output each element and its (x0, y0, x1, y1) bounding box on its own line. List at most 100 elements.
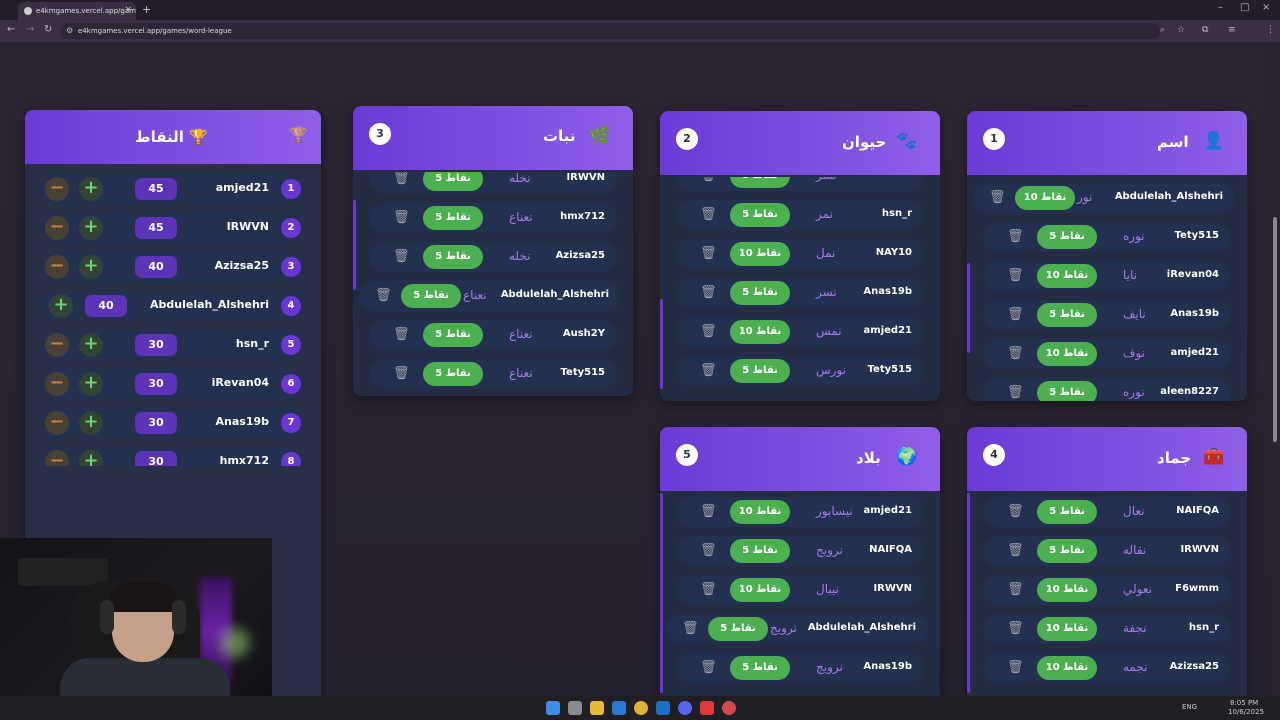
points-badge[interactable]: 5 نقاط (730, 177, 790, 188)
points-badge[interactable]: 5 نقاط (1037, 381, 1097, 401)
start-icon[interactable] (546, 701, 560, 715)
chrome-icon[interactable] (634, 701, 648, 715)
delete-entry-icon[interactable]: 🗑 (393, 366, 410, 382)
delete-entry-icon[interactable]: 🗑 (700, 582, 717, 598)
delete-entry-icon[interactable]: 🗑 (700, 324, 717, 340)
delete-entry-icon[interactable]: 🗑 (393, 172, 410, 187)
points-badge[interactable]: 10 نقاط (730, 320, 790, 344)
close-tab-icon[interactable]: × (124, 5, 132, 15)
points-badge[interactable]: 10 نقاط (730, 578, 790, 602)
delete-entry-icon[interactable]: 🗑 (1007, 307, 1024, 323)
site-info-icon[interactable]: ⚙ (66, 26, 73, 35)
points-badge[interactable]: 5 نقاط (730, 539, 790, 563)
delete-entry-icon[interactable]: 🗑 (682, 621, 699, 637)
points-badge[interactable]: 5 نقاط (401, 284, 461, 308)
increase-score-button[interactable]: + (79, 333, 103, 357)
downloads-icon[interactable]: ≡ (1228, 25, 1236, 35)
clock-date[interactable]: 10/6/2025 (1228, 708, 1264, 716)
decrease-score-button[interactable]: − (45, 411, 69, 435)
delete-entry-icon[interactable]: 🗑 (700, 246, 717, 262)
delete-entry-icon[interactable]: 🗑 (1007, 582, 1024, 598)
points-badge[interactable]: 5 نقاط (423, 172, 483, 191)
points-badge[interactable]: 5 نقاط (423, 323, 483, 347)
menu-icon[interactable]: ⋮ (1266, 25, 1275, 35)
delete-entry-icon[interactable]: 🗑 (1007, 660, 1024, 676)
increase-score-button[interactable]: + (79, 255, 103, 279)
browser-tab[interactable]: e4kmgames.vercel.app/games/w × (18, 2, 136, 20)
bookmark-star-icon[interactable]: ☆ (1177, 25, 1185, 35)
zoom-icon[interactable]: ⌕ (1160, 25, 1165, 35)
delete-entry-icon[interactable]: 🗑 (700, 177, 717, 184)
points-badge[interactable]: 10 نقاط (1037, 342, 1097, 366)
decrease-score-button[interactable]: − (45, 255, 69, 279)
delete-entry-icon[interactable]: 🗑 (700, 363, 717, 379)
points-badge[interactable]: 10 نقاط (730, 500, 790, 524)
points-badge[interactable]: 10 نقاط (1037, 656, 1097, 680)
youtube-icon[interactable] (700, 701, 714, 715)
scrollbar-thumb[interactable] (1273, 217, 1277, 442)
increase-score-button[interactable]: + (79, 216, 103, 240)
delete-entry-icon[interactable]: 🗑 (393, 210, 410, 226)
points-badge[interactable]: 5 نقاط (1037, 500, 1097, 524)
delete-entry-icon[interactable]: 🗑 (375, 288, 392, 304)
increase-score-button[interactable]: + (79, 411, 103, 435)
points-badge[interactable]: 5 نقاط (1037, 539, 1097, 563)
extensions-icon[interactable]: ⧉ (1202, 25, 1208, 35)
discord-icon[interactable] (678, 701, 692, 715)
increase-score-button[interactable]: + (79, 372, 103, 396)
delete-entry-icon[interactable]: 🗑 (1007, 268, 1024, 284)
delete-entry-icon[interactable]: 🗑 (700, 207, 717, 223)
points-badge[interactable]: 5 نقاط (730, 281, 790, 305)
decrease-score-button[interactable]: − (45, 372, 69, 396)
delete-entry-icon[interactable]: 🗑 (1007, 621, 1024, 637)
file-explorer-icon[interactable] (590, 701, 604, 715)
points-badge[interactable]: 5 نقاط (730, 359, 790, 383)
increase-score-button[interactable]: + (79, 177, 103, 201)
maximize-icon[interactable]: □ (1240, 2, 1249, 13)
delete-entry-icon[interactable]: 🗑 (393, 327, 410, 343)
store-icon[interactable] (612, 701, 626, 715)
outlook-icon[interactable] (656, 701, 670, 715)
points-badge[interactable]: 10 نقاط (1037, 578, 1097, 602)
delete-entry-icon[interactable]: 🗑 (700, 504, 717, 520)
points-badge[interactable]: 5 نقاط (1037, 303, 1097, 327)
points-badge[interactable]: 5 نقاط (423, 245, 483, 269)
delete-entry-icon[interactable]: 🗑 (1007, 543, 1024, 559)
decrease-score-button[interactable]: − (45, 177, 69, 201)
delete-entry-icon[interactable]: 🗑 (1007, 229, 1024, 245)
reload-icon[interactable]: ↻ (44, 24, 52, 35)
delete-entry-icon[interactable]: 🗑 (393, 249, 410, 265)
delete-entry-icon[interactable]: 🗑 (989, 190, 1006, 206)
app-icon[interactable] (722, 701, 736, 715)
decrease-score-button[interactable]: − (45, 216, 69, 240)
points-badge[interactable]: 5 نقاط (423, 206, 483, 230)
delete-entry-icon[interactable]: 🗑 (1007, 385, 1024, 401)
page-scrollbar[interactable] (1270, 42, 1280, 696)
delete-entry-icon[interactable]: 🗑 (1007, 346, 1024, 362)
url-field[interactable]: ⚙ e4kmgames.vercel.app/games/word-league (60, 23, 1160, 39)
points-badge[interactable]: 5 نقاط (730, 203, 790, 227)
increase-score-button[interactable]: + (79, 450, 103, 466)
close-window-icon[interactable]: × (1262, 2, 1270, 13)
forward-icon[interactable]: → (26, 24, 34, 35)
delete-entry-icon[interactable]: 🗑 (700, 660, 717, 676)
decrease-score-button[interactable]: − (45, 450, 69, 466)
delete-entry-icon[interactable]: 🗑 (1007, 504, 1024, 520)
minimize-icon[interactable]: – (1218, 2, 1223, 13)
language-indicator[interactable]: ENG (1182, 703, 1197, 711)
new-tab-icon[interactable]: + (142, 3, 151, 16)
points-badge[interactable]: 5 نقاط (708, 617, 768, 641)
decrease-score-button[interactable]: − (45, 333, 69, 357)
points-badge[interactable]: 10 نقاط (730, 242, 790, 266)
points-badge[interactable]: 10 نقاط (1015, 186, 1075, 210)
points-badge[interactable]: 10 نقاط (1037, 617, 1097, 641)
clock-time[interactable]: 8:05 PM (1230, 699, 1258, 707)
back-icon[interactable]: ← (7, 24, 15, 35)
delete-entry-icon[interactable]: 🗑 (700, 543, 717, 559)
delete-entry-icon[interactable]: 🗑 (700, 285, 717, 301)
points-badge[interactable]: 5 نقاط (730, 656, 790, 680)
points-badge[interactable]: 5 نقاط (423, 362, 483, 386)
increase-score-button[interactable]: + (49, 294, 73, 318)
task-view-icon[interactable] (568, 701, 582, 715)
points-badge[interactable]: 5 نقاط (1037, 225, 1097, 249)
